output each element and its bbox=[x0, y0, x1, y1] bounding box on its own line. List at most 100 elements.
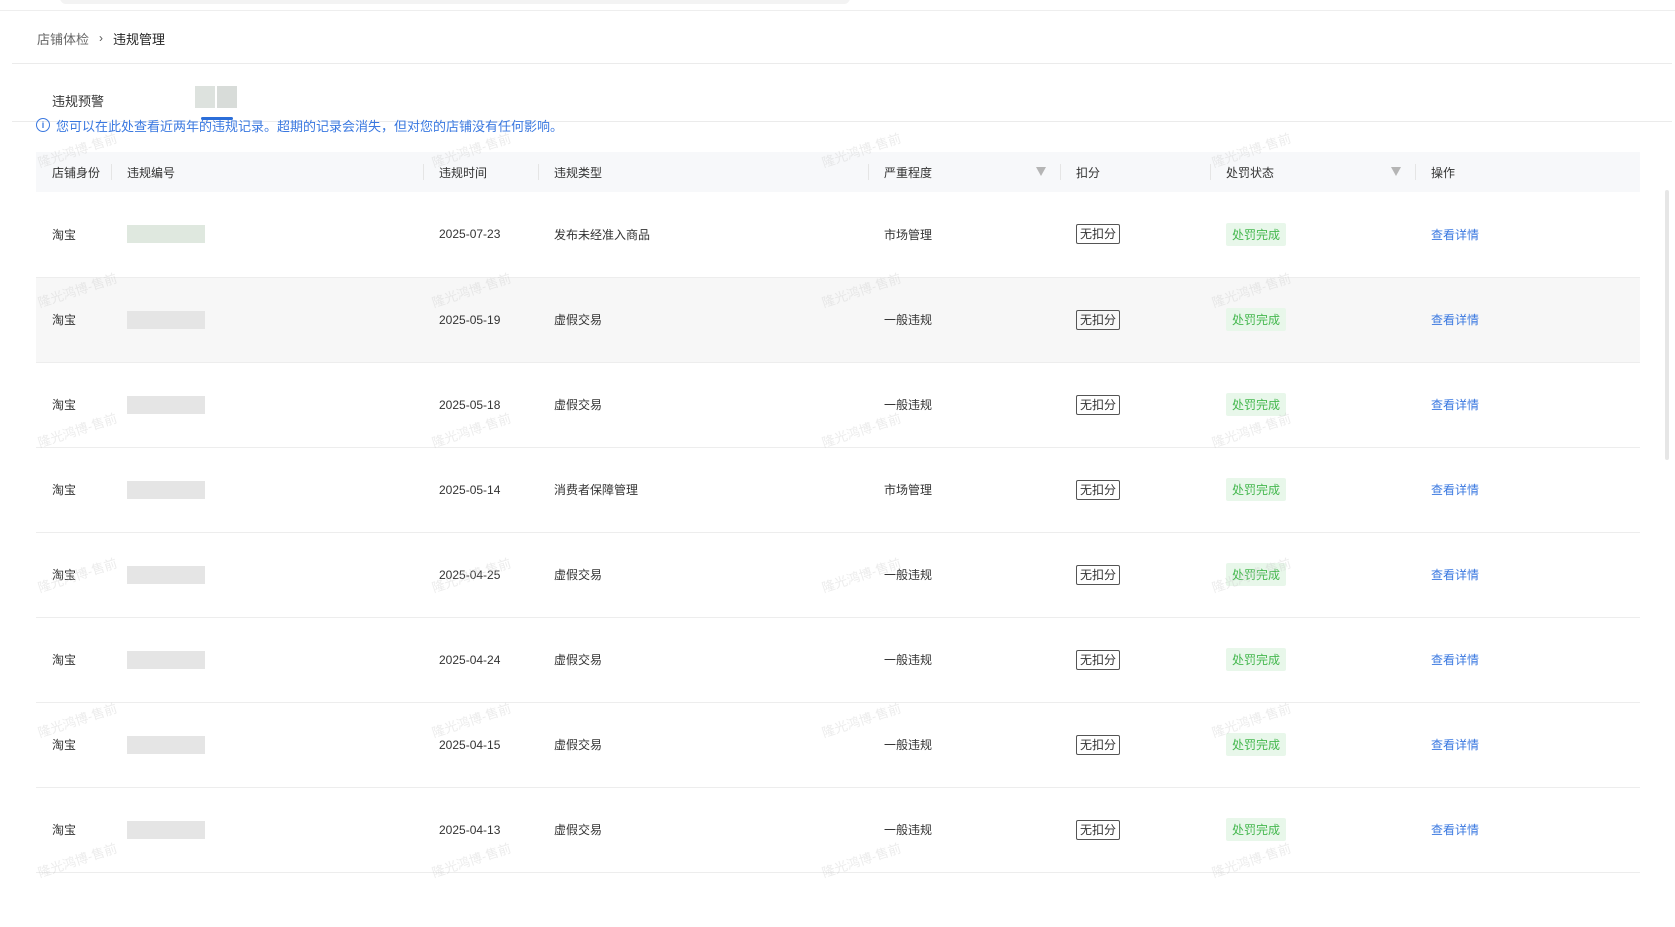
cell-severity: 一般违规 bbox=[884, 313, 933, 327]
breadcrumb-link-shop-check[interactable]: 店铺体检 bbox=[37, 29, 89, 48]
cell-violation-id bbox=[111, 617, 423, 702]
cell-action: 查看详情 bbox=[1415, 277, 1640, 362]
redacted-violation-id bbox=[127, 225, 205, 244]
deduction-tag: 无扣分 bbox=[1076, 734, 1121, 755]
view-details-link[interactable]: 查看详情 bbox=[1431, 823, 1479, 837]
deduction-tag: 无扣分 bbox=[1076, 479, 1121, 500]
cell-violation-id bbox=[111, 787, 423, 872]
search-bar-placeholder[interactable] bbox=[60, 0, 850, 4]
cell-status: 处罚完成 bbox=[1210, 787, 1415, 872]
header-shop-identity: 店铺身份 bbox=[52, 165, 101, 180]
cell-date: 2025-05-19 bbox=[439, 312, 501, 327]
cell-date: 2025-04-25 bbox=[439, 567, 501, 582]
cell-date: 2025-05-18 bbox=[439, 397, 501, 412]
cell-violation-id bbox=[111, 277, 423, 362]
cell-severity: 市场管理 bbox=[884, 483, 933, 497]
breadcrumb: 店铺体检 › 违规管理 bbox=[37, 27, 165, 49]
table-row: 淘宝 2025-04-15 虚假交易 一般违规 无扣分 处罚完成 查看详情 bbox=[36, 702, 1640, 787]
cell-date: 2025-05-14 bbox=[439, 482, 501, 497]
cell-deduction: 无扣分 bbox=[1060, 447, 1210, 532]
cell-violation-id bbox=[111, 447, 423, 532]
redacted-violation-id bbox=[127, 650, 205, 669]
cell-action: 查看详情 bbox=[1415, 362, 1640, 447]
deduction-tag: 无扣分 bbox=[1076, 564, 1121, 585]
header-severity-label: 严重程度 bbox=[884, 165, 933, 180]
cell-type: 虚假交易 bbox=[554, 568, 603, 582]
view-details-link[interactable]: 查看详情 bbox=[1431, 228, 1479, 242]
cell-status: 处罚完成 bbox=[1210, 702, 1415, 787]
header-severity: 严重程度 bbox=[868, 152, 1060, 192]
header-penalty-status-label: 处罚状态 bbox=[1226, 165, 1275, 180]
cell-status: 处罚完成 bbox=[1210, 617, 1415, 702]
view-details-link[interactable]: 查看详情 bbox=[1431, 483, 1479, 497]
view-details-link[interactable]: 查看详情 bbox=[1431, 398, 1479, 412]
view-details-link[interactable]: 查看详情 bbox=[1431, 313, 1479, 327]
violation-table: 店铺身份 违规编号 违规时间 违规类型 严重程度 扣分 处罚状态 操作 淘宝 2… bbox=[36, 152, 1640, 873]
view-details-link[interactable]: 查看详情 bbox=[1431, 738, 1479, 752]
view-details-link[interactable]: 查看详情 bbox=[1431, 568, 1479, 582]
header-deduction: 扣分 bbox=[1060, 152, 1210, 192]
status-badge: 处罚完成 bbox=[1226, 222, 1287, 246]
table-row: 淘宝 2025-07-23 发布未经准入商品 市场管理 无扣分 处罚完成 查看详… bbox=[36, 192, 1640, 277]
cell-date: 2025-04-13 bbox=[439, 822, 501, 837]
filter-icon[interactable] bbox=[1036, 167, 1046, 176]
tab-redacted-part-2[interactable] bbox=[217, 86, 237, 108]
cell-deduction: 无扣分 bbox=[1060, 702, 1210, 787]
cell-shop: 淘宝 bbox=[52, 823, 77, 837]
cell-severity: 一般违规 bbox=[884, 823, 933, 837]
cell-date: 2025-07-23 bbox=[439, 227, 501, 242]
cell-shop: 淘宝 bbox=[52, 568, 77, 582]
status-badge: 处罚完成 bbox=[1226, 478, 1287, 501]
header-penalty-status: 处罚状态 bbox=[1210, 152, 1415, 192]
cell-status: 处罚完成 bbox=[1210, 532, 1415, 617]
vertical-scrollbar[interactable] bbox=[1665, 190, 1669, 460]
cell-violation-id bbox=[111, 192, 423, 277]
table-row: 淘宝 2025-05-18 虚假交易 一般违规 无扣分 处罚完成 查看详情 bbox=[36, 362, 1640, 447]
cell-status: 处罚完成 bbox=[1210, 447, 1415, 532]
status-badge: 处罚完成 bbox=[1226, 818, 1287, 841]
cell-action: 查看详情 bbox=[1415, 532, 1640, 617]
cell-shop: 淘宝 bbox=[52, 313, 77, 327]
header-violation-id: 违规编号 bbox=[111, 152, 423, 192]
status-badge: 处罚完成 bbox=[1226, 308, 1287, 331]
status-badge: 处罚完成 bbox=[1226, 648, 1287, 671]
notice-banner: i 您可以在此处查看近两年的违规记录。超期的记录会消失，但对您的店铺没有任何影响… bbox=[36, 116, 563, 134]
filter-icon[interactable] bbox=[1391, 167, 1401, 176]
view-details-link[interactable]: 查看详情 bbox=[1431, 653, 1479, 667]
redacted-violation-id bbox=[127, 820, 205, 839]
cell-severity: 市场管理 bbox=[884, 227, 933, 242]
cell-type: 虚假交易 bbox=[554, 398, 603, 412]
table-header-row: 店铺身份 违规编号 违规时间 违规类型 严重程度 扣分 处罚状态 操作 bbox=[36, 152, 1640, 192]
status-badge: 处罚完成 bbox=[1226, 563, 1287, 586]
table-row: 淘宝 2025-04-25 虚假交易 一般违规 无扣分 处罚完成 查看详情 bbox=[36, 532, 1640, 617]
cell-action: 查看详情 bbox=[1415, 617, 1640, 702]
cell-severity: 一般违规 bbox=[884, 568, 933, 582]
cell-type: 虚假交易 bbox=[554, 313, 603, 327]
tab-redacted-part-1[interactable] bbox=[195, 86, 215, 108]
cell-deduction: 无扣分 bbox=[1060, 362, 1210, 447]
cell-severity: 一般违规 bbox=[884, 653, 933, 667]
redacted-violation-id bbox=[127, 565, 205, 584]
top-bar bbox=[0, 0, 1675, 11]
cell-violation-id bbox=[111, 532, 423, 617]
cell-type: 虚假交易 bbox=[554, 823, 603, 837]
header-action: 操作 bbox=[1415, 152, 1640, 192]
cell-deduction: 无扣分 bbox=[1060, 192, 1210, 277]
tab-violation-warning[interactable]: 违规预警 bbox=[52, 91, 104, 110]
table-row: 淘宝 2025-04-24 虚假交易 一般违规 无扣分 处罚完成 查看详情 bbox=[36, 617, 1640, 702]
cell-deduction: 无扣分 bbox=[1060, 277, 1210, 362]
cell-deduction: 无扣分 bbox=[1060, 532, 1210, 617]
cell-severity: 一般违规 bbox=[884, 738, 933, 752]
cell-action: 查看详情 bbox=[1415, 702, 1640, 787]
deduction-tag: 无扣分 bbox=[1076, 224, 1121, 245]
status-badge: 处罚完成 bbox=[1226, 393, 1287, 416]
notice-text: 您可以在此处查看近两年的违规记录。超期的记录会消失，但对您的店铺没有任何影响。 bbox=[56, 118, 564, 134]
tab-bar: 违规预警 bbox=[12, 64, 1672, 122]
header-violation-time: 违规时间 bbox=[423, 152, 538, 192]
cell-violation-id bbox=[111, 702, 423, 787]
redacted-violation-id bbox=[127, 395, 205, 414]
cell-action: 查看详情 bbox=[1415, 192, 1640, 277]
cell-shop: 淘宝 bbox=[52, 398, 77, 412]
deduction-tag: 无扣分 bbox=[1076, 649, 1121, 670]
info-icon: i bbox=[36, 118, 50, 132]
